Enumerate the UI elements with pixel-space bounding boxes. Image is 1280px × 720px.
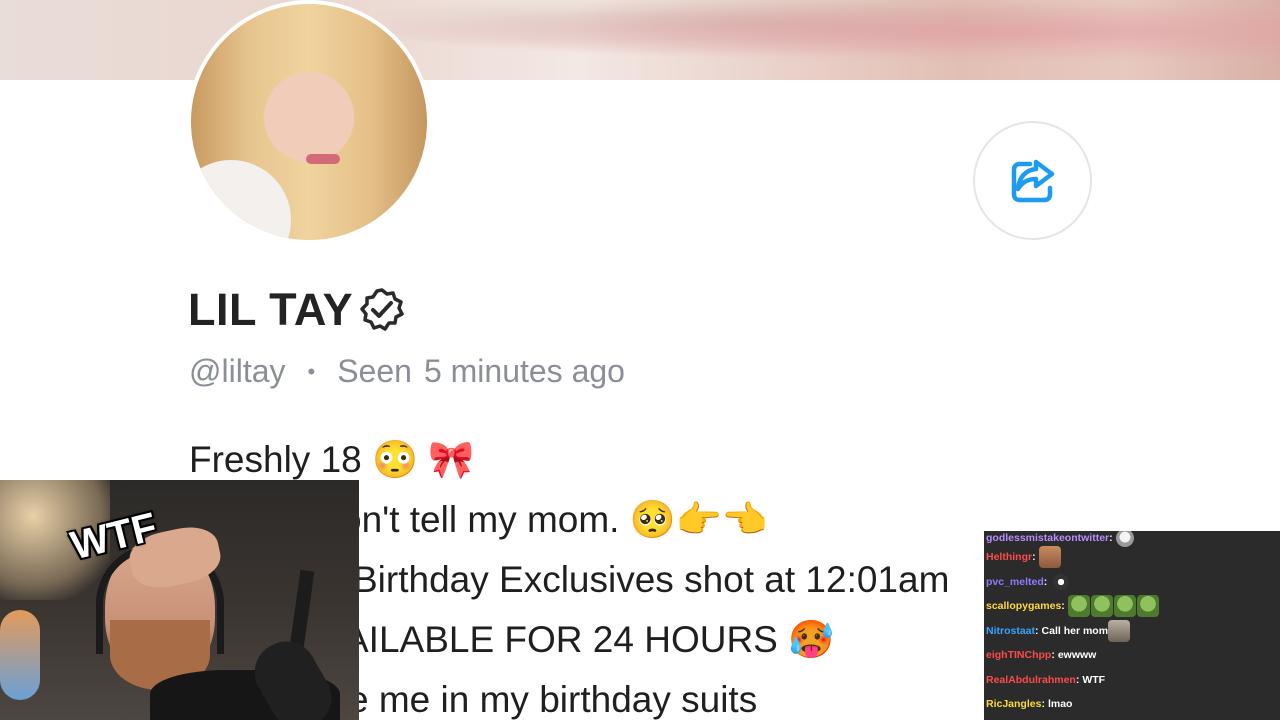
chat-separator: : (1032, 551, 1036, 564)
chat-text: lmao (1047, 698, 1073, 711)
emote-frog-icon (1090, 595, 1113, 618)
chat-separator: : (1109, 532, 1113, 544)
meta-separator: • (307, 358, 316, 384)
chat-text: WTF (1082, 673, 1106, 686)
profile-avatar[interactable] (187, 0, 431, 244)
chat-username[interactable]: Nitrostaat (986, 625, 1035, 637)
emote-frog-icon (1136, 595, 1159, 618)
chat-separator: : (1061, 600, 1065, 613)
chat-message: RicJangles: lmao (984, 692, 1280, 717)
chat-username[interactable]: pvc_melted (986, 576, 1044, 588)
chat-message: godlessmistakeontwitter: (984, 531, 1280, 547)
chat-username[interactable]: Helthingr (986, 551, 1032, 563)
chat-message: RealAbdulrahmen: WTF (984, 668, 1280, 693)
chat-separator: : (1075, 673, 1080, 686)
emote-face-icon (1115, 531, 1134, 547)
stream-chat-overlay: godlessmistakeontwitter: Helthingr: pvc_me… (984, 531, 1280, 720)
chat-text: ewwww (1057, 649, 1097, 662)
chat-message: eighTINChpp: ewwww (984, 643, 1280, 668)
chat-username[interactable]: godlessmistakeontwitter (986, 532, 1109, 544)
profile-handle[interactable]: @liltay (189, 353, 286, 390)
chat-separator: : (1051, 649, 1055, 662)
webcam-figurine (0, 610, 40, 700)
emote-man-icon (1038, 546, 1061, 569)
share-button[interactable] (973, 121, 1092, 240)
chat-username[interactable]: scallopygames (986, 600, 1061, 612)
profile-name: LIL TAY (188, 284, 354, 335)
chat-separator: : (1035, 624, 1039, 637)
chat-username[interactable]: RealAbdulrahmen (986, 674, 1076, 686)
streamer-webcam-overlay (0, 480, 359, 720)
chat-username[interactable]: RicJangles (986, 698, 1041, 710)
profile-cover-banner (0, 0, 1280, 80)
chat-message: scallopygames: (984, 594, 1280, 619)
profile-name-row: LIL TAY (188, 284, 405, 336)
emote-frog-icon (1113, 595, 1136, 618)
emote-cat-icon (1108, 619, 1131, 642)
chat-message: pvc_melted: (984, 570, 1280, 595)
chat-username[interactable]: eighTINChpp (986, 649, 1051, 661)
verified-badge-icon (360, 288, 404, 331)
emote-tiny-icon (1050, 570, 1073, 593)
seen-label: Seen (337, 353, 412, 389)
profile-meta: @liltay • Seen 5 minutes ago (189, 353, 625, 390)
chat-separator: : (1041, 698, 1045, 711)
chat-message: Nitrostaat: Call her mom (984, 619, 1280, 644)
emote-frog-icon (1067, 595, 1090, 618)
chat-text: Call her mom (1041, 624, 1109, 637)
share-icon (1011, 159, 1054, 202)
chat-separator: : (1043, 575, 1048, 588)
chat-message: Helthingr: (984, 545, 1280, 570)
seen-time: 5 minutes ago (423, 353, 625, 389)
